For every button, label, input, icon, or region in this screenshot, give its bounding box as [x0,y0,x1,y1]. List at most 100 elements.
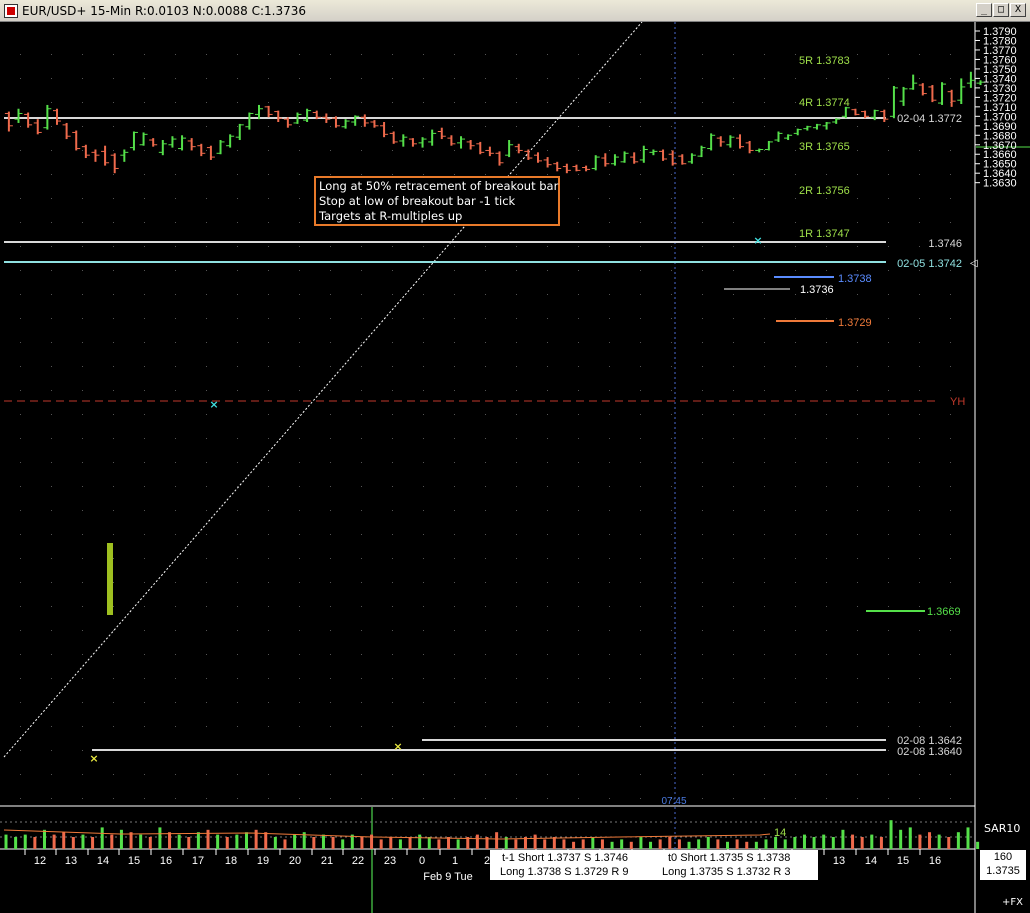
grid-dot [547,150,548,151]
volume-bar [100,827,104,849]
grid-dot [82,318,83,319]
grid-dot [578,366,579,367]
grid-dot [516,294,517,295]
grid-dot [485,486,486,487]
grid-dot [82,174,83,175]
volume-bar [129,832,133,849]
grid-dot [640,702,641,703]
grid-dot [795,798,796,799]
grid-dot [795,702,796,703]
grid-dot [423,462,424,463]
grid-dot [547,390,548,391]
volume-bar [62,832,66,849]
price-chart[interactable]: ◁ 5R 1.3783 4R 1.3774 3R 1.3765 2R 1.3756 1R … [0,22,1030,913]
grid-dot [51,390,52,391]
grid-dot [206,294,207,295]
volume-bar [966,827,970,849]
grid-dot [578,294,579,295]
grid-dot [795,630,796,631]
grid-dot [113,582,114,583]
grid-dot [82,54,83,55]
volume-bar [139,834,143,849]
grid-dot [919,78,920,79]
grid-dot [237,174,238,175]
grid-dot [423,246,424,247]
grid-dot [20,438,21,439]
grid-dot [919,726,920,727]
close-button[interactable]: X [1010,3,1026,17]
grid-dot [392,534,393,535]
grid-dot [299,510,300,511]
grid-dot [330,102,331,103]
grid-dot [640,414,641,415]
grid-dot [268,702,269,703]
grid-dot [764,174,765,175]
volume-bar [620,839,624,849]
grid-dot [485,582,486,583]
grid-dot [578,102,579,103]
grid-dot [919,558,920,559]
grid-dot [113,174,114,175]
maximize-button[interactable]: □ [993,3,1009,17]
volume-bar [437,839,441,849]
grid-dot [51,318,52,319]
grid-dot [144,294,145,295]
grid-dot [237,54,238,55]
grid-dot [454,702,455,703]
grid-dot [578,702,579,703]
grid-dot [82,510,83,511]
grid-dot [330,510,331,511]
ref-line-label: 02-04 1.3772 [897,113,962,125]
r-target-label: 3R 1.3765 [799,141,850,153]
r-target-label: 5R 1.3783 [799,55,850,67]
grid-dot [175,366,176,367]
grid-dot [733,462,734,463]
grid-dot [547,678,548,679]
grid-dot [671,342,672,343]
grid-dot [702,438,703,439]
grid-dot [485,102,486,103]
grid-dot [51,150,52,151]
volume-bar [783,839,787,849]
grid-dot [299,342,300,343]
grid-dot [950,630,951,631]
grid-dot [857,150,858,151]
grid-dot [268,246,269,247]
grid-dot [454,630,455,631]
grid-dot [113,150,114,151]
grid-dot [640,798,641,799]
grid-dot [392,462,393,463]
grid-dot [919,318,920,319]
grid-dot [206,726,207,727]
grid-dot [578,222,579,223]
grid-dot [640,582,641,583]
grid-dot [857,510,858,511]
grid-dot [795,246,796,247]
grid-dot [733,198,734,199]
grid-dot [671,486,672,487]
grid-dot [671,78,672,79]
grid-dot [51,774,52,775]
minimize-button[interactable]: _ [976,3,992,17]
grid-dot [237,294,238,295]
grid-dot [795,78,796,79]
grid-dot [268,222,269,223]
grid-dot [702,414,703,415]
grid-dot [950,390,951,391]
grid-dot [826,438,827,439]
volume-bar [187,837,191,849]
grid-dot [640,198,641,199]
grid-dot [485,294,486,295]
grid-dot [764,150,765,151]
grid-dot [857,198,858,199]
grid-dot [764,270,765,271]
grid-dot [888,198,889,199]
grid-dot [175,54,176,55]
grid-dot [826,510,827,511]
grid-dot [454,174,455,175]
grid-dot [51,798,52,799]
grid-dot [919,462,920,463]
grid-dot [888,414,889,415]
grid-dot [857,414,858,415]
grid-dot [578,54,579,55]
